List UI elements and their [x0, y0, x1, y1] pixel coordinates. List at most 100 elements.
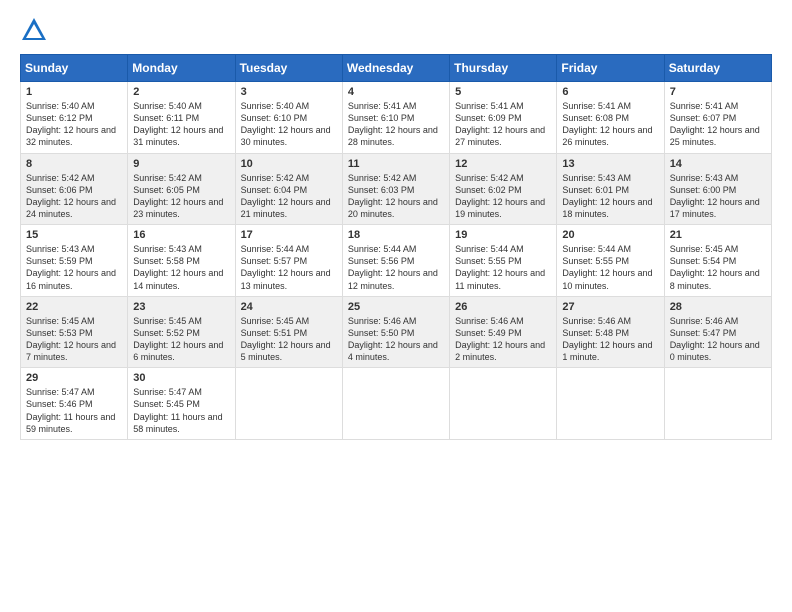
- cell-content: Sunrise: 5:43 AM Sunset: 6:00 PM Dayligh…: [670, 173, 760, 219]
- calendar-cell: 10 Sunrise: 5:42 AM Sunset: 6:04 PM Dayli…: [235, 153, 342, 225]
- header: [20, 16, 772, 44]
- cell-content: Sunrise: 5:40 AM Sunset: 6:11 PM Dayligh…: [133, 101, 223, 147]
- day-number: 10: [241, 158, 337, 170]
- calendar-cell: 2 Sunrise: 5:40 AM Sunset: 6:11 PM Daylig…: [128, 82, 235, 154]
- cell-content: Sunrise: 5:47 AM Sunset: 5:45 PM Dayligh…: [133, 387, 222, 433]
- day-number: 5: [455, 86, 551, 98]
- day-header-friday: Friday: [557, 55, 664, 82]
- day-number: 11: [348, 158, 444, 170]
- day-number: 3: [241, 86, 337, 98]
- day-header-saturday: Saturday: [664, 55, 771, 82]
- day-number: 29: [26, 372, 122, 384]
- calendar-cell: 15 Sunrise: 5:43 AM Sunset: 5:59 PM Dayli…: [21, 225, 128, 297]
- day-number: 16: [133, 229, 229, 241]
- calendar-cell: 12 Sunrise: 5:42 AM Sunset: 6:02 PM Dayli…: [450, 153, 557, 225]
- cell-content: Sunrise: 5:43 AM Sunset: 5:59 PM Dayligh…: [26, 244, 116, 290]
- calendar-header-row: SundayMondayTuesdayWednesdayThursdayFrid…: [21, 55, 772, 82]
- calendar: SundayMondayTuesdayWednesdayThursdayFrid…: [20, 54, 772, 440]
- cell-content: Sunrise: 5:45 AM Sunset: 5:51 PM Dayligh…: [241, 316, 331, 362]
- day-number: 6: [562, 86, 658, 98]
- calendar-cell: 3Sunrise: 5:40 AM Sunset: 6:10 PM Daylig…: [235, 82, 342, 154]
- day-number: 23: [133, 301, 229, 313]
- cell-content: Sunrise: 5:44 AM Sunset: 5:55 PM Dayligh…: [562, 244, 652, 290]
- cell-content: Sunrise: 5:45 AM Sunset: 5:52 PM Dayligh…: [133, 316, 223, 362]
- calendar-cell: 6 Sunrise: 5:41 AM Sunset: 6:08 PM Daylig…: [557, 82, 664, 154]
- day-number: 28: [670, 301, 766, 313]
- calendar-cell: 28 Sunrise: 5:46 AM Sunset: 5:47 PM Dayli…: [664, 296, 771, 368]
- calendar-cell: 23 Sunrise: 5:45 AM Sunset: 5:52 PM Dayli…: [128, 296, 235, 368]
- calendar-cell: 5Sunrise: 5:41 AM Sunset: 6:09 PM Daylig…: [450, 82, 557, 154]
- calendar-cell: 21 Sunrise: 5:45 AM Sunset: 5:54 PM Dayli…: [664, 225, 771, 297]
- calendar-week-3: 15 Sunrise: 5:43 AM Sunset: 5:59 PM Dayli…: [21, 225, 772, 297]
- day-number: 15: [26, 229, 122, 241]
- cell-content: Sunrise: 5:43 AM Sunset: 6:01 PM Dayligh…: [562, 173, 652, 219]
- day-number: 22: [26, 301, 122, 313]
- cell-content: Sunrise: 5:46 AM Sunset: 5:47 PM Dayligh…: [670, 316, 760, 362]
- day-number: 26: [455, 301, 551, 313]
- calendar-week-4: 22 Sunrise: 5:45 AM Sunset: 5:53 PM Dayli…: [21, 296, 772, 368]
- cell-content: Sunrise: 5:44 AM Sunset: 5:57 PM Dayligh…: [241, 244, 331, 290]
- calendar-cell: [342, 368, 449, 440]
- calendar-cell: 1 Sunrise: 5:40 AM Sunset: 6:12 PM Daylig…: [21, 82, 128, 154]
- calendar-cell: [450, 368, 557, 440]
- calendar-cell: 4Sunrise: 5:41 AM Sunset: 6:10 PM Daylig…: [342, 82, 449, 154]
- cell-content: Sunrise: 5:42 AM Sunset: 6:06 PM Dayligh…: [26, 173, 116, 219]
- cell-content: Sunrise: 5:44 AM Sunset: 5:55 PM Dayligh…: [455, 244, 545, 290]
- cell-content: Sunrise: 5:41 AM Sunset: 6:08 PM Dayligh…: [562, 101, 652, 147]
- day-number: 12: [455, 158, 551, 170]
- day-number: 7: [670, 86, 766, 98]
- calendar-cell: 19 Sunrise: 5:44 AM Sunset: 5:55 PM Dayli…: [450, 225, 557, 297]
- day-number: 21: [670, 229, 766, 241]
- cell-content: Sunrise: 5:42 AM Sunset: 6:04 PM Dayligh…: [241, 173, 331, 219]
- calendar-cell: 8 Sunrise: 5:42 AM Sunset: 6:06 PM Daylig…: [21, 153, 128, 225]
- cell-content: Sunrise: 5:40 AM Sunset: 6:12 PM Dayligh…: [26, 101, 116, 147]
- calendar-cell: 16 Sunrise: 5:43 AM Sunset: 5:58 PM Dayli…: [128, 225, 235, 297]
- cell-content: Sunrise: 5:45 AM Sunset: 5:53 PM Dayligh…: [26, 316, 116, 362]
- calendar-cell: 25Sunrise: 5:46 AM Sunset: 5:50 PM Dayli…: [342, 296, 449, 368]
- cell-content: Sunrise: 5:42 AM Sunset: 6:02 PM Dayligh…: [455, 173, 545, 219]
- logo: [20, 16, 52, 44]
- calendar-cell: 9 Sunrise: 5:42 AM Sunset: 6:05 PM Daylig…: [128, 153, 235, 225]
- day-number: 30: [133, 372, 229, 384]
- calendar-cell: 27 Sunrise: 5:46 AM Sunset: 5:48 PM Dayli…: [557, 296, 664, 368]
- calendar-cell: 11 Sunrise: 5:42 AM Sunset: 6:03 PM Dayli…: [342, 153, 449, 225]
- day-number: 19: [455, 229, 551, 241]
- cell-content: Sunrise: 5:47 AM Sunset: 5:46 PM Dayligh…: [26, 387, 115, 433]
- cell-content: Sunrise: 5:45 AM Sunset: 5:54 PM Dayligh…: [670, 244, 760, 290]
- cell-content: Sunrise: 5:41 AM Sunset: 6:07 PM Dayligh…: [670, 101, 760, 147]
- calendar-cell: 7 Sunrise: 5:41 AM Sunset: 6:07 PM Daylig…: [664, 82, 771, 154]
- cell-content: Sunrise: 5:46 AM Sunset: 5:49 PM Dayligh…: [455, 316, 545, 362]
- calendar-cell: 17 Sunrise: 5:44 AM Sunset: 5:57 PM Dayli…: [235, 225, 342, 297]
- day-number: 2: [133, 86, 229, 98]
- day-number: 20: [562, 229, 658, 241]
- cell-content: Sunrise: 5:42 AM Sunset: 6:03 PM Dayligh…: [348, 173, 438, 219]
- calendar-cell: [664, 368, 771, 440]
- day-number: 24: [241, 301, 337, 313]
- day-number: 4: [348, 86, 444, 98]
- day-number: 25: [348, 301, 444, 313]
- day-number: 9: [133, 158, 229, 170]
- calendar-cell: 13Sunrise: 5:43 AM Sunset: 6:01 PM Dayli…: [557, 153, 664, 225]
- calendar-week-5: 29 Sunrise: 5:47 AM Sunset: 5:46 PM Dayli…: [21, 368, 772, 440]
- calendar-cell: 24 Sunrise: 5:45 AM Sunset: 5:51 PM Dayli…: [235, 296, 342, 368]
- calendar-cell: 29 Sunrise: 5:47 AM Sunset: 5:46 PM Dayli…: [21, 368, 128, 440]
- day-number: 17: [241, 229, 337, 241]
- cell-content: Sunrise: 5:42 AM Sunset: 6:05 PM Dayligh…: [133, 173, 223, 219]
- day-number: 18: [348, 229, 444, 241]
- page: SundayMondayTuesdayWednesdayThursdayFrid…: [0, 0, 792, 612]
- day-header-monday: Monday: [128, 55, 235, 82]
- day-number: 14: [670, 158, 766, 170]
- cell-content: Sunrise: 5:46 AM Sunset: 5:48 PM Dayligh…: [562, 316, 652, 362]
- day-number: 27: [562, 301, 658, 313]
- calendar-week-2: 8 Sunrise: 5:42 AM Sunset: 6:06 PM Daylig…: [21, 153, 772, 225]
- day-number: 1: [26, 86, 122, 98]
- day-number: 8: [26, 158, 122, 170]
- cell-content: Sunrise: 5:43 AM Sunset: 5:58 PM Dayligh…: [133, 244, 223, 290]
- calendar-cell: 14 Sunrise: 5:43 AM Sunset: 6:00 PM Dayli…: [664, 153, 771, 225]
- calendar-cell: [557, 368, 664, 440]
- day-header-tuesday: Tuesday: [235, 55, 342, 82]
- logo-icon: [20, 16, 48, 44]
- calendar-cell: 26 Sunrise: 5:46 AM Sunset: 5:49 PM Dayli…: [450, 296, 557, 368]
- calendar-cell: 18Sunrise: 5:44 AM Sunset: 5:56 PM Dayli…: [342, 225, 449, 297]
- day-header-wednesday: Wednesday: [342, 55, 449, 82]
